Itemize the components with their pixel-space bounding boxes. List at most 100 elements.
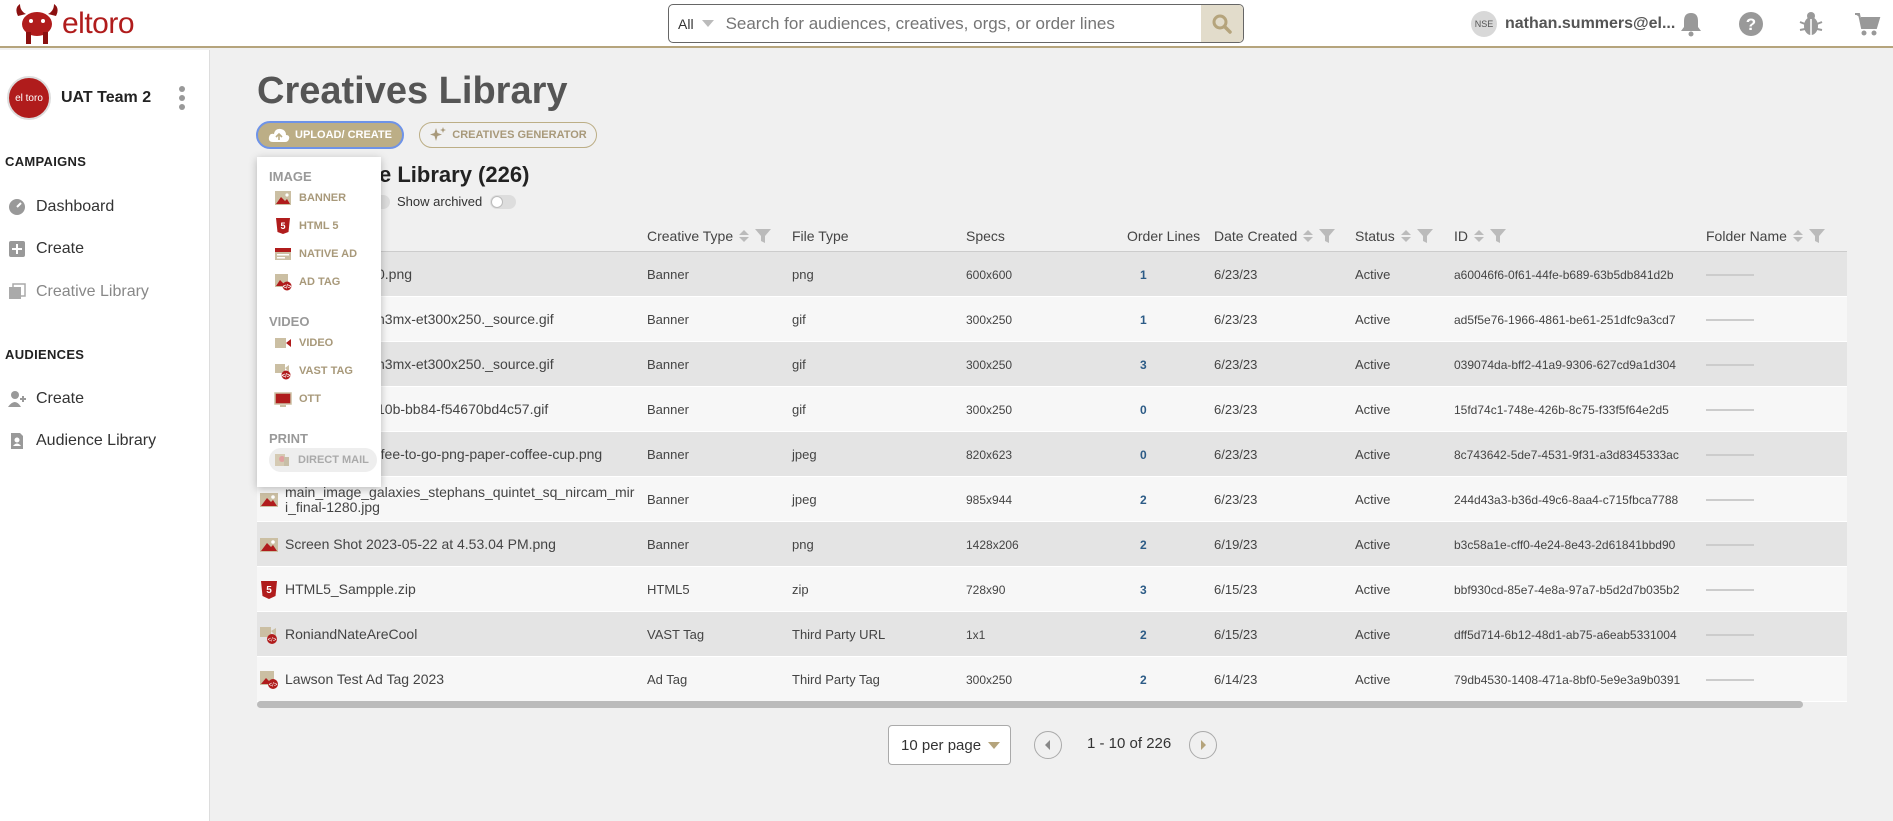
upload-create-label: UPLOAD/ CREATE xyxy=(295,129,392,141)
search-icon xyxy=(1212,14,1232,34)
search-button[interactable] xyxy=(1201,5,1243,42)
specs-cell: 820x623 xyxy=(966,447,1013,462)
table-row[interactable]: main_image_galaxies_stephans_quintet_sq_… xyxy=(257,477,1847,522)
sort-icon[interactable] xyxy=(1792,230,1803,242)
team-avatar: el toro xyxy=(7,76,51,120)
sidebar-item-create-campaign[interactable]: Create xyxy=(8,240,84,258)
sidebar-item-create-audience[interactable]: Create xyxy=(8,390,84,408)
menu-item-banner[interactable]: BANNER xyxy=(274,189,346,207)
id-cell: bbf930cd-85e7-4e8a-97a7-b5d2d7b035b2 xyxy=(1454,582,1680,597)
table-row[interactable]: </> Lawson Test Ad Tag 2023 Ad Tag Third Pa… xyxy=(257,657,1847,702)
column-header-status[interactable]: Status xyxy=(1355,220,1433,252)
previous-page-button[interactable] xyxy=(1034,731,1062,759)
creative-type-cell: Banner xyxy=(647,537,689,552)
upload-create-button[interactable]: UPLOAD/ CREATE xyxy=(256,121,404,149)
creative-name-cell[interactable]: 5 HTML5_Sampple.zip xyxy=(259,567,416,612)
order-lines-link[interactable]: 1 xyxy=(1140,297,1147,342)
specs-cell: 1428x206 xyxy=(966,537,1019,552)
id-cell: 8c743642-5de7-4531-9f31-a3d8345333ac xyxy=(1454,447,1679,462)
menu-item-native-ad[interactable]: NATIVE AD xyxy=(274,245,357,263)
creative-name-cell[interactable]: h3mx-et300x250._source.gif xyxy=(377,342,554,387)
creative-name-cell[interactable]: h3mx-et300x250._source.gif xyxy=(377,297,554,342)
filter-icon[interactable] xyxy=(1416,229,1433,243)
sort-icon[interactable] xyxy=(1303,230,1314,242)
search-scope-select[interactable]: All xyxy=(669,16,714,32)
sort-icon[interactable] xyxy=(1400,230,1411,242)
menu-item-html5[interactable]: 5 HTML 5 xyxy=(274,217,339,235)
order-lines-link[interactable]: 0 xyxy=(1140,432,1147,477)
nav-heading-audiences: AUDIENCES xyxy=(5,347,85,362)
order-lines-link[interactable]: 3 xyxy=(1140,567,1147,612)
menu-item-label: DIRECT MAIL xyxy=(298,454,369,466)
creative-name-cell[interactable]: </> RoniandNateAreCool xyxy=(259,612,417,657)
html5-icon: 5 xyxy=(276,218,290,234)
table-row[interactable]: ffee-to-go-png-paper-coffee-cup.png Banne… xyxy=(257,432,1847,477)
menu-item-ott[interactable]: OTT xyxy=(274,390,321,408)
table-row[interactable]: 10b-bb84-f54670bd4c57.gif Banner gif 300x25… xyxy=(257,387,1847,432)
order-lines-link[interactable]: 0 xyxy=(1140,387,1147,432)
menu-item-ad-tag[interactable]: </> AD TAG xyxy=(274,273,340,291)
table-row[interactable]: 5 HTML5_Sampple.zip HTML5 zip 728x90 3 6/15/23… xyxy=(257,567,1847,612)
creative-name-cell[interactable]: 0.png xyxy=(377,252,412,297)
sidebar-item-audience-library[interactable]: Audience Library xyxy=(8,432,156,450)
team-selector[interactable]: el toro UAT Team 2 xyxy=(7,76,151,120)
table-row[interactable]: Screen Shot 2023-05-22 at 4.53.04 PM.png… xyxy=(257,522,1847,567)
table-row[interactable]: 0.png Banner png 600x600 1 6/23/23 Active a6004… xyxy=(257,252,1847,297)
cart-icon[interactable] xyxy=(1853,10,1881,38)
next-page-button[interactable] xyxy=(1189,731,1217,759)
filter-icon[interactable] xyxy=(1319,229,1336,243)
menu-item-vast-tag[interactable]: </> VAST TAG xyxy=(274,362,353,380)
per-page-select[interactable]: 10 per page xyxy=(888,725,1011,765)
show-archived-toggle[interactable] xyxy=(490,194,517,209)
folder-name-cell xyxy=(1706,522,1754,567)
sidebar-item-dashboard[interactable]: Dashboard xyxy=(8,198,114,216)
order-lines-link[interactable]: 2 xyxy=(1140,657,1147,702)
creatives-generator-label: CREATIVES GENERATOR xyxy=(452,129,587,141)
column-header-folder-name[interactable]: Folder Name xyxy=(1706,220,1825,252)
menu-item-video[interactable]: VIDEO xyxy=(274,334,333,352)
table-row[interactable]: </> RoniandNateAreCool VAST Tag Third Party… xyxy=(257,612,1847,657)
table-row[interactable]: h3mx-et300x250._source.gif Banner gif 300x2… xyxy=(257,342,1847,387)
table-row[interactable]: h3mx-et300x250._source.gif Banner gif 300x2… xyxy=(257,297,1847,342)
specs-cell: 300x250 xyxy=(966,357,1013,372)
creatives-table: Creative Type File Type Specs Order Line… xyxy=(257,220,1847,702)
sidebar-item-creative-library[interactable]: Creative Library xyxy=(8,283,149,301)
order-lines-link[interactable]: 3 xyxy=(1140,342,1147,387)
image-icon xyxy=(275,191,291,205)
order-lines-link[interactable]: 2 xyxy=(1140,477,1147,522)
creatives-generator-button[interactable]: CREATIVES GENERATOR xyxy=(419,122,597,148)
image-icon xyxy=(260,492,278,507)
horizontal-scrollbar[interactable] xyxy=(257,701,1803,708)
creative-name-cell[interactable]: Screen Shot 2023-05-22 at 4.53.04 PM.png xyxy=(259,522,556,567)
kebab-menu-icon[interactable] xyxy=(179,86,187,112)
column-header-creative-type[interactable]: Creative Type xyxy=(647,220,772,252)
user-menu[interactable]: NSE nathan.summers@el... xyxy=(1471,11,1675,37)
column-header-date-created[interactable]: Date Created xyxy=(1214,220,1336,252)
order-lines-link[interactable]: 2 xyxy=(1140,612,1147,657)
creative-name-cell[interactable]: ffee-to-go-png-paper-coffee-cup.png xyxy=(377,432,602,477)
creative-name-cell[interactable]: 10b-bb84-f54670bd4c57.gif xyxy=(377,387,548,432)
bug-icon[interactable] xyxy=(1797,10,1825,38)
logo[interactable]: eltoro xyxy=(12,2,135,46)
order-lines-link[interactable]: 1 xyxy=(1140,252,1147,297)
order-lines-link[interactable]: 2 xyxy=(1140,522,1147,567)
menu-item-label: AD TAG xyxy=(299,276,341,288)
sort-icon[interactable] xyxy=(739,230,750,242)
filter-icon[interactable] xyxy=(755,229,772,243)
sidebar: el toro UAT Team 2 CAMPAIGNS Dashboard C… xyxy=(0,50,210,821)
column-header-id[interactable]: ID xyxy=(1454,220,1506,252)
creative-name-cell[interactable]: </> Lawson Test Ad Tag 2023 xyxy=(259,657,444,702)
filter-icon[interactable] xyxy=(1490,229,1506,243)
status-cell: Active xyxy=(1355,312,1391,327)
creative-name-text: 0.png xyxy=(377,266,413,282)
filter-icon[interactable] xyxy=(1808,229,1825,243)
svg-text:</>: </> xyxy=(283,285,292,291)
sort-icon[interactable] xyxy=(1474,230,1484,242)
search-input[interactable] xyxy=(713,13,1201,34)
menu-item-direct-mail[interactable]: DIRECT MAIL xyxy=(269,448,377,472)
status-cell: Active xyxy=(1355,627,1391,642)
help-icon[interactable]: ? xyxy=(1737,10,1765,38)
bell-icon[interactable] xyxy=(1677,10,1705,38)
status-cell: Active xyxy=(1355,672,1391,687)
status-cell: Active xyxy=(1355,492,1391,507)
